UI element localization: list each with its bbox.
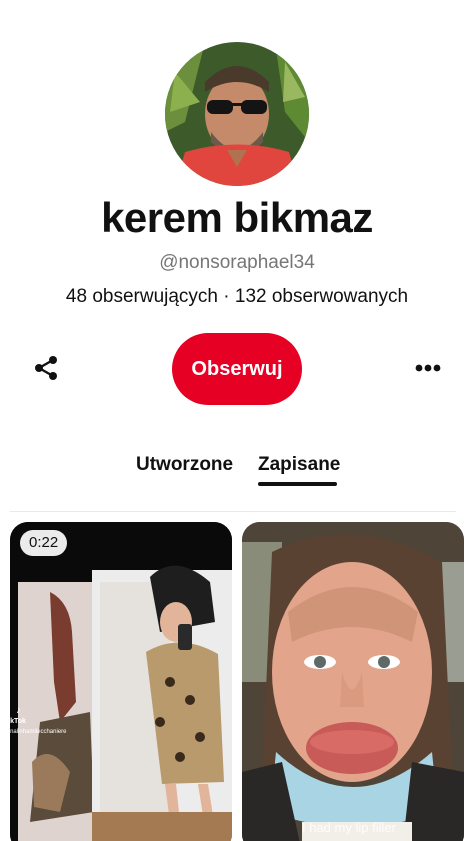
profile-avatar[interactable] [165,42,309,186]
divider [10,511,456,512]
share-button[interactable] [28,350,64,386]
tiktok-watermark: TikTok [4,718,26,725]
pin-image [242,522,464,841]
more-icon [415,364,441,372]
more-button[interactable] [410,352,446,384]
active-tab-indicator [258,482,337,486]
tiktok-logo-icon: ♪ [16,705,21,716]
video-duration-badge: 0:22 [20,530,68,556]
follow-stats[interactable]: 48 obserwujących · 132 obserwowanych [0,286,474,308]
profile-handle: @nonsoraphael34 [159,252,315,273]
pin-card-image[interactable]: I had my lip filler [242,522,464,841]
profile-name: kerem bikmaz [101,194,373,241]
profile-tabs: Utworzone Zapisane [0,454,474,490]
follow-button[interactable]: Obserwuj [172,333,302,405]
tab-saved[interactable]: Zapisane [258,454,340,476]
tiktok-watermark-user: @nalinhamilecchaniere [4,729,67,735]
tab-created[interactable]: Utworzone [136,454,233,476]
pin-caption: I had my lip filler [302,820,396,835]
pin-image [10,522,232,841]
share-icon [35,356,57,380]
pin-card-video[interactable]: 0:22 [10,522,232,841]
